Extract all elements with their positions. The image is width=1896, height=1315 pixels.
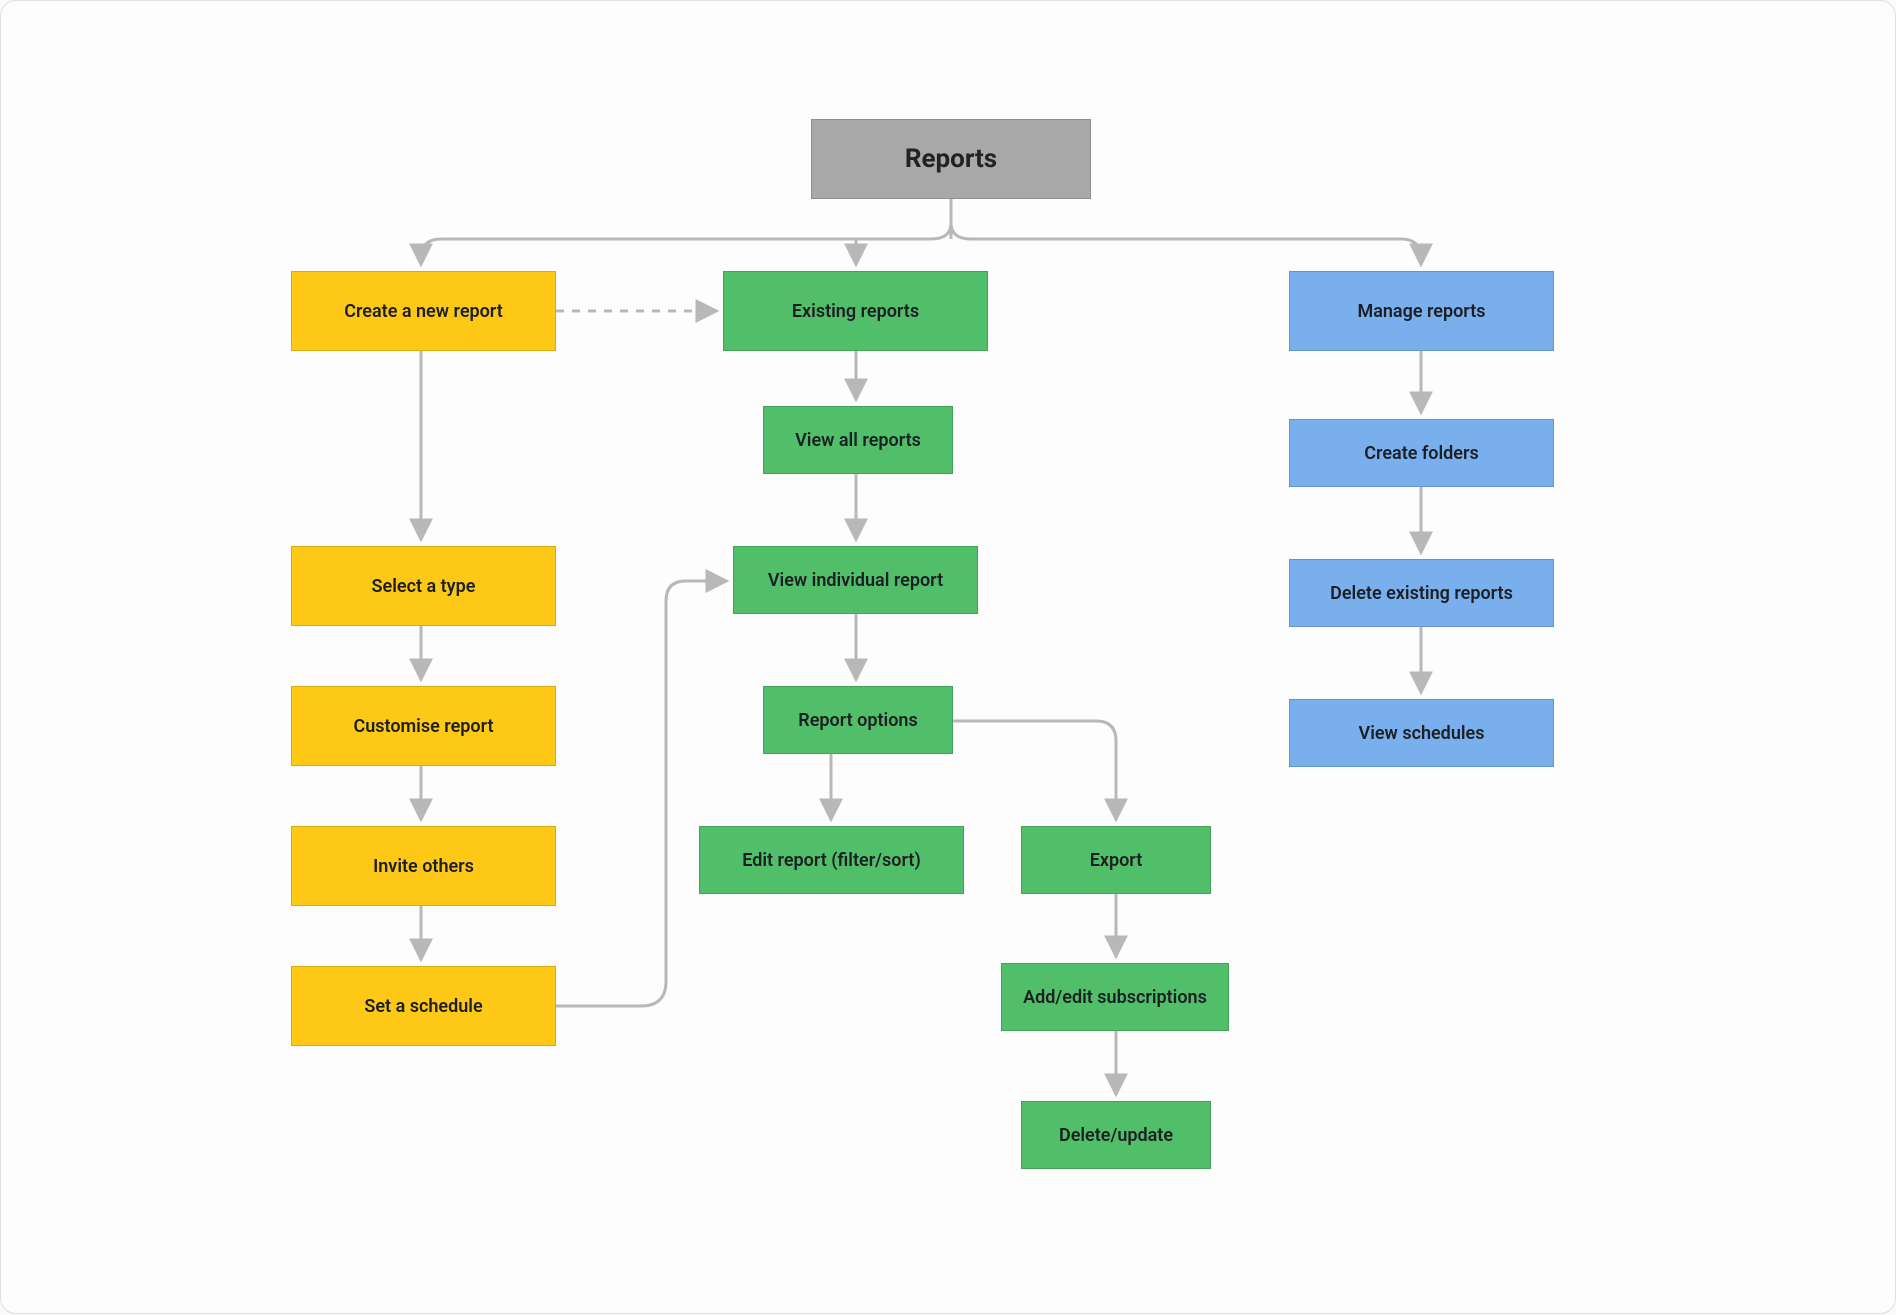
node-create-new-report: Create a new report — [291, 271, 556, 351]
node-customise-report: Customise report — [291, 686, 556, 766]
node-label: View individual report — [768, 570, 943, 591]
node-label: Export — [1090, 850, 1143, 871]
node-select-a-type: Select a type — [291, 546, 556, 626]
node-label: Existing reports — [792, 301, 919, 322]
node-reports: Reports — [811, 119, 1091, 199]
node-label: Report options — [798, 710, 917, 731]
node-existing-reports: Existing reports — [723, 271, 988, 351]
node-label: Edit report (filter/sort) — [742, 850, 921, 871]
diagram-canvas: Reports Create a new report Select a typ… — [0, 0, 1896, 1314]
node-label: Invite others — [373, 856, 474, 877]
node-edit-report: Edit report (filter/sort) — [699, 826, 964, 894]
node-label: Create a new report — [344, 301, 503, 322]
node-label: Create folders — [1364, 443, 1478, 464]
node-label: View all reports — [795, 430, 921, 451]
node-view-all-reports: View all reports — [763, 406, 953, 474]
node-label: Manage reports — [1357, 301, 1485, 322]
node-label: View schedules — [1359, 723, 1485, 744]
node-view-individual-report: View individual report — [733, 546, 978, 614]
node-add-edit-subscriptions: Add/edit subscriptions — [1001, 963, 1229, 1031]
node-label: Select a type — [372, 576, 476, 597]
node-export: Export — [1021, 826, 1211, 894]
node-label: Delete/update — [1059, 1125, 1173, 1146]
node-delete-existing-reports: Delete existing reports — [1289, 559, 1554, 627]
node-delete-update: Delete/update — [1021, 1101, 1211, 1169]
node-invite-others: Invite others — [291, 826, 556, 906]
node-set-a-schedule: Set a schedule — [291, 966, 556, 1046]
node-label: Add/edit subscriptions — [1023, 987, 1207, 1008]
node-label: Reports — [905, 144, 997, 174]
node-label: Delete existing reports — [1330, 583, 1513, 604]
node-report-options: Report options — [763, 686, 953, 754]
node-label: Customise report — [353, 716, 493, 737]
node-view-schedules: View schedules — [1289, 699, 1554, 767]
node-manage-reports: Manage reports — [1289, 271, 1554, 351]
node-create-folders: Create folders — [1289, 419, 1554, 487]
node-label: Set a schedule — [364, 996, 482, 1017]
